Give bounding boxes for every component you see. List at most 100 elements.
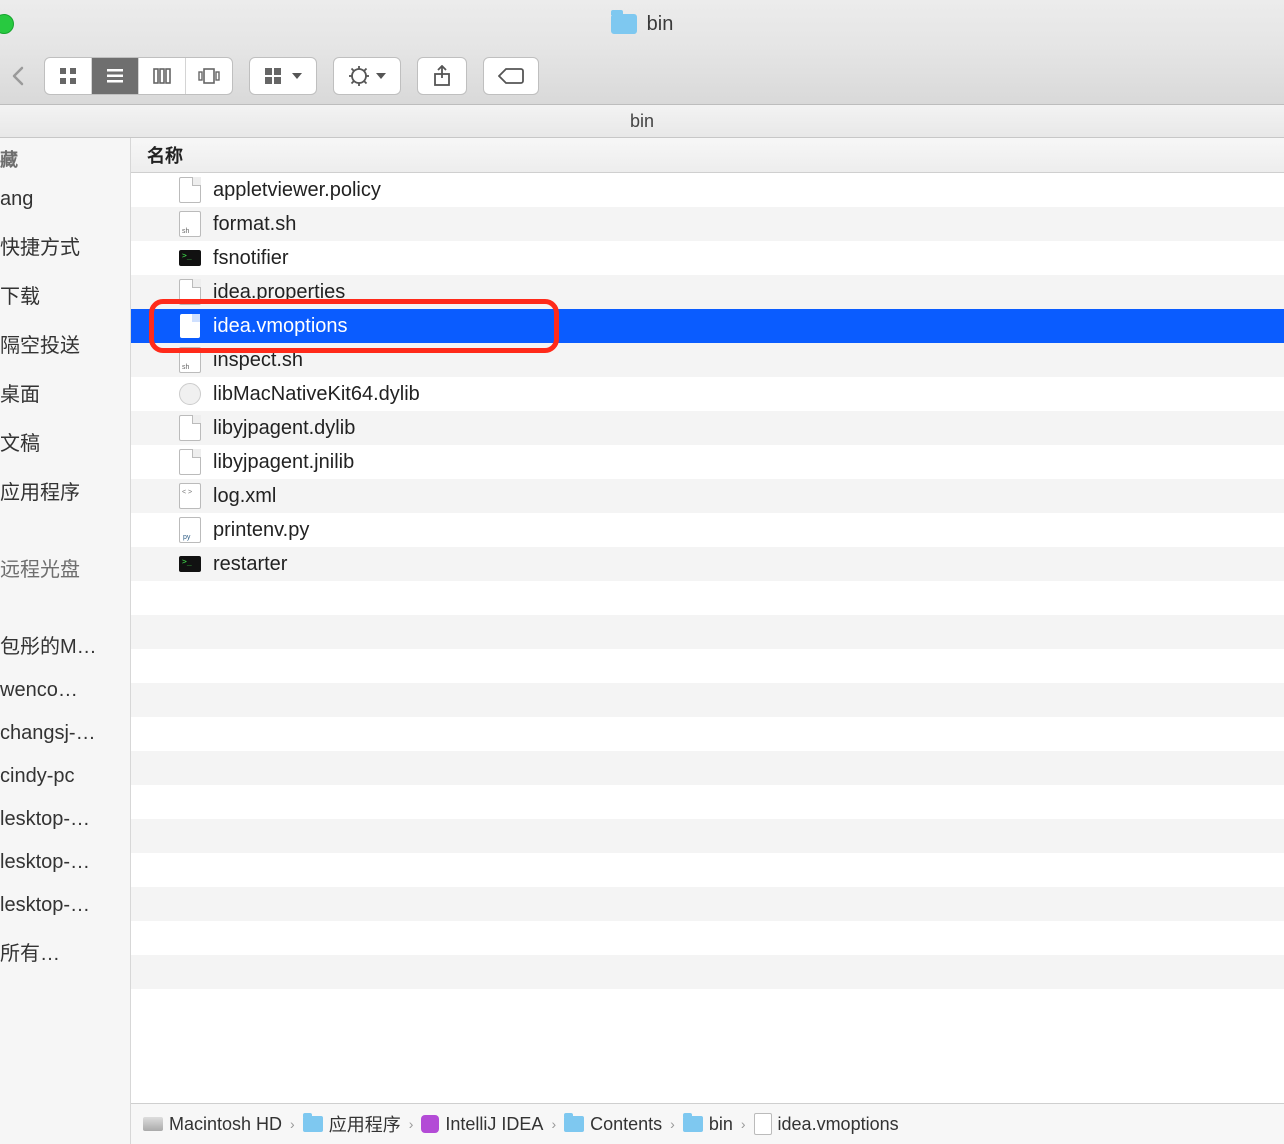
sidebar-item[interactable]: 隔空投送 (0, 319, 130, 368)
shell-icon (179, 211, 201, 237)
file-row-empty (131, 581, 1284, 615)
doc-icon (179, 279, 201, 305)
sidebar-item[interactable]: 快捷方式 (0, 221, 130, 270)
file-name: idea.properties (213, 281, 345, 304)
file-name: format.sh (213, 213, 296, 236)
file-row[interactable]: log.xml (131, 479, 1284, 513)
path-segment-label: Contents (590, 1114, 662, 1135)
sidebar: 藏 ang快捷方式下载隔空投送桌面文稿应用程序 远程光盘 包彤的M…wenco…… (0, 138, 131, 1144)
xml-icon (179, 483, 201, 509)
file-row[interactable]: idea.vmoptions (131, 309, 1284, 343)
file-row-empty (131, 955, 1284, 989)
column-header-name[interactable]: 名称 (131, 138, 1284, 173)
path-segment-label: Macintosh HD (169, 1114, 282, 1135)
path-segment[interactable]: IntelliJ IDEA (421, 1114, 543, 1135)
file-row[interactable]: inspect.sh (131, 343, 1284, 377)
icon-view-button[interactable] (45, 58, 91, 94)
file-row-empty (131, 921, 1284, 955)
sidebar-section-favorites: 藏 (0, 138, 130, 178)
sidebar-item[interactable]: 文稿 (0, 417, 130, 466)
exec-icon (179, 245, 201, 271)
file-name: appletviewer.policy (213, 179, 381, 202)
disk-icon (143, 1117, 163, 1131)
file-name: inspect.sh (213, 349, 303, 372)
py-icon (179, 517, 201, 543)
chevron-right-icon: › (670, 1116, 675, 1132)
sidebar-item[interactable]: 桌面 (0, 368, 130, 417)
chevron-right-icon: › (290, 1116, 295, 1132)
sidebar-item[interactable]: 包彤的M… (0, 620, 130, 669)
column-view-button[interactable] (138, 58, 185, 94)
file-row[interactable]: libyjpagent.jnilib (131, 445, 1284, 479)
file-row[interactable]: libyjpagent.dylib (131, 411, 1284, 445)
path-segment-label: idea.vmoptions (778, 1114, 899, 1135)
file-row[interactable]: printenv.py (131, 513, 1284, 547)
file-name: printenv.py (213, 519, 309, 542)
action-menu-button[interactable] (333, 57, 401, 95)
folder-icon (564, 1116, 584, 1132)
sidebar-item[interactable]: wenco… (0, 669, 130, 712)
sidebar-item[interactable]: ang (0, 178, 130, 221)
doc-icon (179, 449, 201, 475)
file-row[interactable]: libMacNativeKit64.dylib (131, 377, 1284, 411)
back-button[interactable] (8, 58, 28, 94)
sidebar-item[interactable]: cindy-pc (0, 755, 130, 798)
path-segment[interactable]: 应用程序 (303, 1111, 401, 1137)
file-row[interactable]: idea.properties (131, 275, 1284, 309)
share-button[interactable] (417, 57, 467, 95)
doc-icon (179, 177, 201, 203)
file-name: idea.vmoptions (213, 315, 348, 338)
titlebar: bin (0, 0, 1284, 48)
sidebar-item[interactable]: lesktop-… (0, 884, 130, 927)
path-segment-label: 应用程序 (329, 1111, 401, 1137)
body: 藏 ang快捷方式下载隔空投送桌面文稿应用程序 远程光盘 包彤的M…wenco…… (0, 138, 1284, 1144)
folder-icon (303, 1116, 323, 1132)
file-row-empty (131, 649, 1284, 683)
gallery-view-button[interactable] (185, 58, 232, 94)
file-row[interactable]: restarter (131, 547, 1284, 581)
sidebar-item[interactable]: changsj-… (0, 712, 130, 755)
sidebar-item[interactable]: lesktop-… (0, 841, 130, 884)
file-name: log.xml (213, 485, 276, 508)
file-row[interactable]: fsnotifier (131, 241, 1284, 275)
group-by-button[interactable] (249, 57, 317, 95)
path-segment[interactable]: idea.vmoptions (754, 1113, 899, 1135)
file-row-empty (131, 887, 1284, 921)
file-name: fsnotifier (213, 247, 289, 270)
path-segment-label: IntelliJ IDEA (445, 1114, 543, 1135)
chevron-right-icon: › (409, 1116, 414, 1132)
file-list[interactable]: appletviewer.policy format.sh fsnotifier id… (131, 173, 1284, 1103)
folder-icon (611, 14, 637, 34)
shell-icon (179, 347, 201, 373)
file-row[interactable]: appletviewer.policy (131, 173, 1284, 207)
chevron-down-icon (292, 73, 302, 79)
chevron-right-icon: › (551, 1116, 556, 1132)
window-title: bin (0, 13, 1284, 36)
path-segment[interactable]: Macintosh HD (143, 1114, 282, 1135)
finder-window: bin (0, 0, 1284, 1144)
folder-icon (683, 1116, 703, 1132)
file-row-empty (131, 683, 1284, 717)
exec-icon (179, 551, 201, 577)
file-name: libyjpagent.dylib (213, 417, 355, 440)
path-segment[interactable]: Contents (564, 1114, 662, 1135)
column-header-name-label: 名称 (147, 142, 183, 168)
sidebar-item[interactable]: 应用程序 (0, 466, 130, 515)
doc-icon (179, 415, 201, 441)
sidebar-item[interactable]: 所有… (0, 927, 130, 976)
maximize-button[interactable] (0, 14, 14, 34)
sidebar-item[interactable]: 下载 (0, 270, 130, 319)
view-mode-group (44, 57, 233, 95)
path-bar: Macintosh HD › 应用程序 › IntelliJ IDEA › Contents… (131, 1103, 1284, 1144)
app-icon (421, 1115, 439, 1133)
toolbar (0, 48, 1284, 105)
file-row[interactable]: format.sh (131, 207, 1284, 241)
sidebar-item[interactable]: lesktop-… (0, 798, 130, 841)
tags-button[interactable] (483, 57, 539, 95)
path-segment[interactable]: bin (683, 1114, 733, 1135)
list-view-button[interactable] (91, 58, 138, 94)
file-row-empty (131, 615, 1284, 649)
tab-label[interactable]: bin (630, 111, 654, 132)
file-name: libyjpagent.jnilib (213, 451, 354, 474)
file-row-empty (131, 819, 1284, 853)
